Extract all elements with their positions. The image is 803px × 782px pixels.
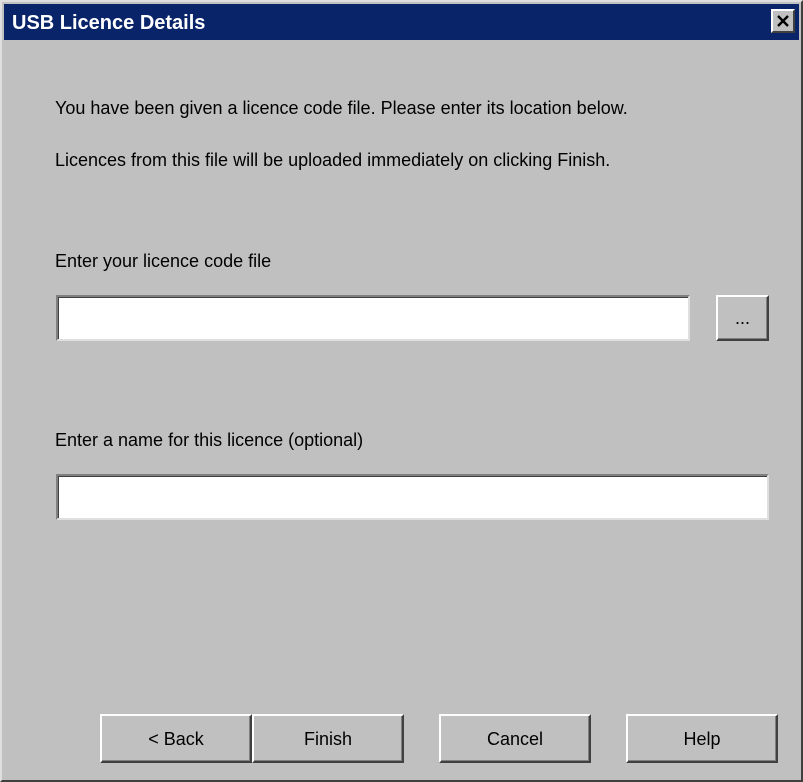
help-button[interactable]: Help <box>626 714 778 763</box>
licence-name-label: Enter a name for this licence (optional) <box>55 430 364 450</box>
licence-dialog: USB Licence Details You have been given … <box>0 0 803 782</box>
intro-text-line-1: You have been given a licence code file.… <box>55 98 628 118</box>
title-bar: USB Licence Details <box>4 4 799 40</box>
intro-text-line-2: Licences from this file will be uploaded… <box>55 150 611 170</box>
finish-button-label: Finish <box>303 728 352 749</box>
back-button-label: < Back <box>148 728 204 749</box>
close-icon <box>777 15 789 27</box>
browse-button[interactable]: ... <box>716 295 769 341</box>
close-button[interactable] <box>771 9 795 33</box>
cancel-button-label: Cancel <box>486 728 544 749</box>
back-button[interactable]: < Back <box>100 714 252 763</box>
licence-file-input[interactable] <box>56 295 690 341</box>
licence-file-label: Enter your licence code file <box>55 251 272 271</box>
window-title: USB Licence Details <box>12 12 206 34</box>
finish-button[interactable]: Finish <box>252 714 404 763</box>
cancel-button[interactable]: Cancel <box>439 714 591 763</box>
browse-button-label: ... <box>734 308 750 328</box>
licence-name-input[interactable] <box>56 474 769 520</box>
help-button-label: Help <box>683 728 721 749</box>
